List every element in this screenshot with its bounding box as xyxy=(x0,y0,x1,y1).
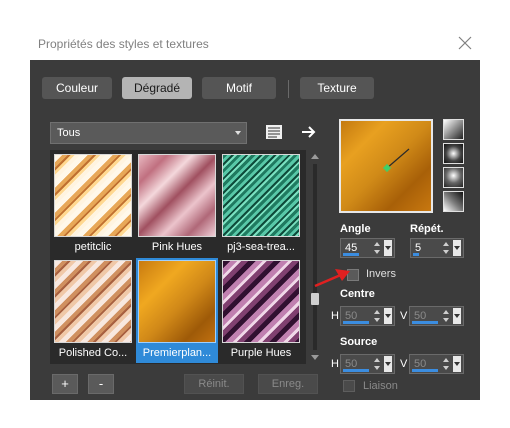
gradient-swatch xyxy=(138,154,216,237)
gradient-swatch xyxy=(222,154,300,237)
center-h-label: H xyxy=(331,310,339,322)
gradient-item-selected[interactable]: Premierplan... xyxy=(136,258,218,363)
sunburst-style-button[interactable] xyxy=(443,167,464,188)
tab-separator xyxy=(288,80,289,98)
scrollbar-track xyxy=(313,164,317,350)
center-v-level-bar xyxy=(412,321,438,324)
remove-gradient-button[interactable]: - xyxy=(88,374,114,394)
gradient-list-scrollbar[interactable] xyxy=(308,150,322,364)
spin-dropdown-icon[interactable] xyxy=(384,356,392,372)
spin-dropdown-icon[interactable] xyxy=(453,356,461,372)
spin-up-icon[interactable] xyxy=(374,242,380,246)
spin-down-icon[interactable] xyxy=(374,250,380,254)
gradient-label: Polished Co... xyxy=(58,347,128,359)
spin-up-icon[interactable] xyxy=(443,310,449,314)
spin-up-icon[interactable] xyxy=(374,310,380,314)
spin-dropdown-icon[interactable] xyxy=(384,240,392,256)
link-checkbox[interactable] xyxy=(343,380,355,392)
chevron-down-icon xyxy=(235,131,241,135)
repeat-level-bar xyxy=(413,253,419,256)
angle-label: Angle xyxy=(340,223,371,235)
save-button[interactable]: Enreg. xyxy=(258,374,318,394)
source-label: Source xyxy=(340,336,378,348)
repeat-label: Répét. xyxy=(410,223,444,235)
source-v-level-bar xyxy=(412,369,438,372)
scroll-up-icon[interactable] xyxy=(311,154,319,159)
spin-down-icon[interactable] xyxy=(374,366,380,370)
gradient-grid: petitclic Pink Hues pj3-sea-trea... Poli… xyxy=(50,150,306,364)
arrow-right-icon[interactable] xyxy=(300,124,318,140)
spin-dropdown-icon[interactable] xyxy=(453,240,461,256)
rectangular-style-button[interactable] xyxy=(443,143,464,164)
link-label: Liaison xyxy=(363,380,398,392)
angle-handle-icon[interactable] xyxy=(341,121,431,211)
gradient-item[interactable]: Purple Hues xyxy=(220,258,302,363)
angle-level-bar xyxy=(343,253,359,256)
center-v-spinner[interactable]: 50 xyxy=(409,306,464,326)
spin-dropdown-icon[interactable] xyxy=(453,308,461,324)
center-h-level-bar xyxy=(343,321,369,324)
gradient-preview[interactable] xyxy=(339,119,433,213)
source-v-spinner[interactable]: 50 xyxy=(409,354,464,374)
source-h-level-bar xyxy=(343,369,369,372)
gradient-item[interactable]: Polished Co... xyxy=(52,258,134,363)
center-v-label: V xyxy=(400,310,408,322)
spin-dropdown-icon[interactable] xyxy=(384,308,392,324)
center-label: Centre xyxy=(340,288,375,300)
spin-up-icon[interactable] xyxy=(374,358,380,362)
gradient-swatch xyxy=(138,260,216,343)
close-icon[interactable] xyxy=(456,34,474,52)
gradient-label: pj3-sea-trea... xyxy=(227,241,295,253)
spin-down-icon[interactable] xyxy=(443,366,449,370)
tab-degrade[interactable]: Dégradé xyxy=(122,77,192,99)
gradient-swatch xyxy=(222,260,300,343)
category-select-value: Tous xyxy=(57,127,81,139)
gradient-item[interactable]: pj3-sea-trea... xyxy=(220,152,302,257)
dialog-panel: Couleur Dégradé Motif Texture Tous petit… xyxy=(30,60,480,400)
spin-up-icon[interactable] xyxy=(443,358,449,362)
title-bar: Propriétés des styles et textures xyxy=(0,0,510,60)
category-select[interactable]: Tous xyxy=(50,122,247,144)
scrollbar-thumb[interactable] xyxy=(311,293,319,305)
angle-spinner[interactable]: 45 xyxy=(340,238,395,258)
list-view-icon[interactable] xyxy=(265,124,283,140)
source-h-label: H xyxy=(331,358,339,370)
scroll-down-icon[interactable] xyxy=(311,355,319,360)
spin-down-icon[interactable] xyxy=(374,318,380,322)
gradient-swatch xyxy=(54,260,132,343)
radial-style-button[interactable] xyxy=(443,191,464,212)
source-v-label: V xyxy=(400,358,408,370)
tab-motif[interactable]: Motif xyxy=(202,77,276,99)
gradient-item[interactable]: Pink Hues xyxy=(136,152,218,257)
gradient-swatch xyxy=(54,154,132,237)
invert-label: Invers xyxy=(366,268,396,280)
gradient-label: petitclic xyxy=(74,241,112,253)
gradient-label: Premierplan... xyxy=(142,347,212,359)
tab-couleur[interactable]: Couleur xyxy=(42,77,112,99)
spin-down-icon[interactable] xyxy=(443,250,449,254)
spin-up-icon[interactable] xyxy=(443,242,449,246)
spin-down-icon[interactable] xyxy=(443,318,449,322)
linear-style-button[interactable] xyxy=(443,119,464,140)
center-h-spinner[interactable]: 50 xyxy=(340,306,395,326)
gradient-label: Purple Hues xyxy=(230,347,292,359)
gradient-label: Pink Hues xyxy=(151,241,203,253)
tab-texture[interactable]: Texture xyxy=(300,77,374,99)
repeat-spinner[interactable]: 5 xyxy=(410,238,464,258)
source-h-spinner[interactable]: 50 xyxy=(340,354,395,374)
window-title: Propriétés des styles et textures xyxy=(38,37,209,51)
add-gradient-button[interactable]: + xyxy=(52,374,78,394)
reset-button[interactable]: Réinit. xyxy=(184,374,244,394)
annotation-arrow-icon xyxy=(314,269,350,288)
gradient-item[interactable]: petitclic xyxy=(52,152,134,257)
